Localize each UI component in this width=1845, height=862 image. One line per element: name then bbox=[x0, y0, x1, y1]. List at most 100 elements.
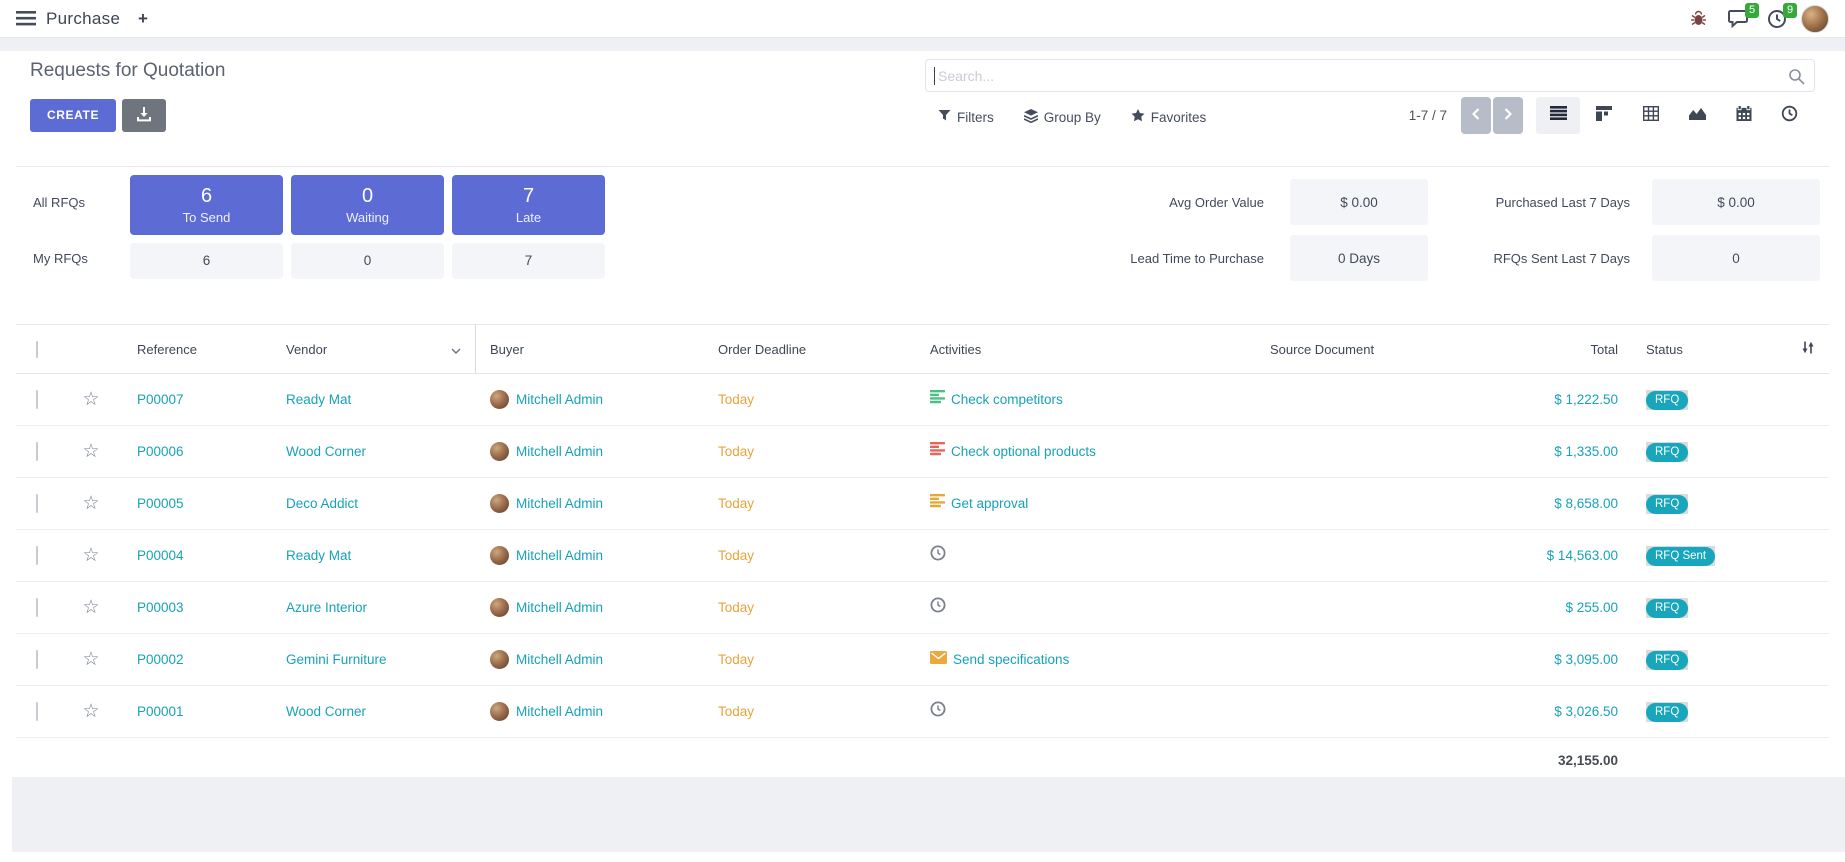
late-count: 7 bbox=[452, 184, 605, 208]
activity-cell[interactable] bbox=[896, 597, 1246, 618]
kanban-view-button[interactable] bbox=[1582, 97, 1626, 134]
buyer-link[interactable]: Mitchell Admin bbox=[516, 496, 603, 511]
buyer-link[interactable]: Mitchell Admin bbox=[516, 392, 603, 407]
row-checkbox[interactable] bbox=[36, 702, 38, 721]
favorite-star-icon[interactable]: ☆ bbox=[82, 441, 99, 462]
vendor-link[interactable]: Ready Mat bbox=[286, 548, 351, 563]
search-icon[interactable] bbox=[1788, 68, 1805, 90]
search-box bbox=[925, 59, 1815, 92]
activity-cell[interactable]: Check optional products bbox=[896, 442, 1246, 461]
favorite-star-icon[interactable]: ☆ bbox=[82, 493, 99, 514]
purchase-dashboard: All RFQs 6 To Send 0 Waiting 7 Late My R… bbox=[16, 166, 1829, 311]
column-header-vendor[interactable]: Vendor bbox=[276, 325, 476, 373]
stat-to-send[interactable]: 6 To Send bbox=[130, 175, 283, 235]
column-header-reference[interactable]: Reference bbox=[116, 342, 276, 357]
messages-count-badge: 5 bbox=[1745, 3, 1759, 18]
search-input[interactable] bbox=[926, 60, 1814, 91]
activity-label[interactable]: Send specifications bbox=[953, 652, 1069, 667]
row-checkbox[interactable] bbox=[36, 650, 38, 669]
table-row[interactable]: ☆ P00001 Wood Corner Mitchell Admin Toda… bbox=[16, 686, 1829, 738]
activity-view-button[interactable] bbox=[1768, 97, 1812, 134]
rfq-reference-link[interactable]: P00001 bbox=[137, 704, 184, 719]
total-amount: $ 1,335.00 bbox=[1554, 444, 1618, 459]
favorite-star-icon[interactable]: ☆ bbox=[82, 545, 99, 566]
hamburger-menu-icon[interactable] bbox=[16, 11, 36, 31]
list-view-button[interactable] bbox=[1536, 97, 1580, 134]
row-checkbox[interactable] bbox=[36, 390, 38, 409]
column-header-status[interactable]: Status bbox=[1626, 342, 1786, 357]
buyer-link[interactable]: Mitchell Admin bbox=[516, 548, 603, 563]
activity-label[interactable]: Get approval bbox=[951, 496, 1028, 511]
column-header-source-document[interactable]: Source Document bbox=[1246, 342, 1511, 357]
buyer-link[interactable]: Mitchell Admin bbox=[516, 652, 603, 667]
debug-bug-icon[interactable] bbox=[1690, 10, 1707, 32]
group-by-menu-button[interactable]: Group By bbox=[1024, 109, 1101, 126]
new-tab-icon[interactable]: + bbox=[138, 0, 148, 38]
optional-columns-button[interactable] bbox=[1786, 340, 1829, 358]
rfq-reference-link[interactable]: P00002 bbox=[137, 652, 184, 667]
star-icon bbox=[1131, 109, 1145, 125]
vendor-link[interactable]: Wood Corner bbox=[286, 704, 366, 719]
rfq-reference-link[interactable]: P00007 bbox=[137, 392, 184, 407]
buyer-link[interactable]: Mitchell Admin bbox=[516, 600, 603, 615]
select-all-checkbox[interactable] bbox=[36, 341, 38, 358]
table-row[interactable]: ☆ P00002 Gemini Furniture Mitchell Admin… bbox=[16, 634, 1829, 686]
buyer-link[interactable]: Mitchell Admin bbox=[516, 704, 603, 719]
my-rfqs-label: My RFQs bbox=[33, 251, 88, 266]
table-row[interactable]: ☆ P00007 Ready Mat Mitchell Admin Today … bbox=[16, 374, 1829, 426]
column-header-buyer[interactable]: Buyer bbox=[476, 342, 696, 357]
export-download-button[interactable] bbox=[122, 99, 166, 132]
activity-cell[interactable]: Send specifications bbox=[896, 651, 1246, 669]
activity-cell[interactable] bbox=[896, 545, 1246, 566]
app-menu-purchase[interactable]: Purchase bbox=[46, 0, 120, 38]
favorite-star-icon[interactable]: ☆ bbox=[82, 701, 99, 722]
favorite-star-icon[interactable]: ☆ bbox=[82, 389, 99, 410]
calendar-view-button[interactable] bbox=[1722, 97, 1766, 134]
favorites-menu-button[interactable]: Favorites bbox=[1131, 109, 1207, 125]
filters-menu-button[interactable]: Filters bbox=[938, 109, 994, 125]
my-to-send-count[interactable]: 6 bbox=[130, 243, 283, 279]
activity-label[interactable]: Check competitors bbox=[951, 392, 1063, 407]
table-row[interactable]: ☆ P00005 Deco Addict Mitchell Admin Toda… bbox=[16, 478, 1829, 530]
activity-label[interactable]: Check optional products bbox=[951, 444, 1096, 459]
task-list-icon bbox=[930, 494, 945, 513]
chevron-down-icon[interactable] bbox=[451, 342, 461, 357]
pivot-view-button[interactable] bbox=[1629, 97, 1673, 134]
user-avatar[interactable] bbox=[1801, 5, 1829, 33]
row-checkbox[interactable] bbox=[36, 442, 38, 461]
rfq-reference-link[interactable]: P00004 bbox=[137, 548, 184, 563]
activity-cell[interactable] bbox=[896, 701, 1246, 722]
vendor-link[interactable]: Wood Corner bbox=[286, 444, 366, 459]
lead-time-label: Lead Time to Purchase bbox=[1006, 251, 1264, 266]
create-button[interactable]: CREATE bbox=[30, 99, 116, 132]
vendor-link[interactable]: Azure Interior bbox=[286, 600, 367, 615]
row-checkbox[interactable] bbox=[36, 546, 38, 565]
favorite-star-icon[interactable]: ☆ bbox=[82, 597, 99, 618]
table-row[interactable]: ☆ P00006 Wood Corner Mitchell Admin Toda… bbox=[16, 426, 1829, 478]
activity-cell[interactable]: Check competitors bbox=[896, 390, 1246, 409]
graph-view-button[interactable] bbox=[1675, 97, 1719, 134]
stat-waiting[interactable]: 0 Waiting bbox=[291, 175, 444, 235]
favorite-star-icon[interactable]: ☆ bbox=[82, 649, 99, 670]
table-row[interactable]: ☆ P00003 Azure Interior Mitchell Admin T… bbox=[16, 582, 1829, 634]
status-badge: RFQ bbox=[1646, 390, 1688, 410]
column-header-order-deadline[interactable]: Order Deadline bbox=[696, 342, 896, 357]
row-checkbox[interactable] bbox=[36, 494, 38, 513]
vendor-link[interactable]: Deco Addict bbox=[286, 496, 358, 511]
table-row[interactable]: ☆ P00004 Ready Mat Mitchell Admin Today … bbox=[16, 530, 1829, 582]
buyer-link[interactable]: Mitchell Admin bbox=[516, 444, 603, 459]
my-waiting-count[interactable]: 0 bbox=[291, 243, 444, 279]
rfq-reference-link[interactable]: P00006 bbox=[137, 444, 184, 459]
column-header-total[interactable]: Total bbox=[1511, 342, 1626, 357]
rfq-reference-link[interactable]: P00003 bbox=[137, 600, 184, 615]
activity-cell[interactable]: Get approval bbox=[896, 494, 1246, 513]
vendor-link[interactable]: Ready Mat bbox=[286, 392, 351, 407]
pager-next-button[interactable] bbox=[1493, 97, 1523, 134]
my-late-count[interactable]: 7 bbox=[452, 243, 605, 279]
vendor-link[interactable]: Gemini Furniture bbox=[286, 652, 387, 667]
stat-late[interactable]: 7 Late bbox=[452, 175, 605, 235]
row-checkbox[interactable] bbox=[36, 598, 38, 617]
pager-previous-button[interactable] bbox=[1461, 97, 1491, 134]
column-header-activities[interactable]: Activities bbox=[896, 342, 1246, 357]
rfq-reference-link[interactable]: P00005 bbox=[137, 496, 184, 511]
